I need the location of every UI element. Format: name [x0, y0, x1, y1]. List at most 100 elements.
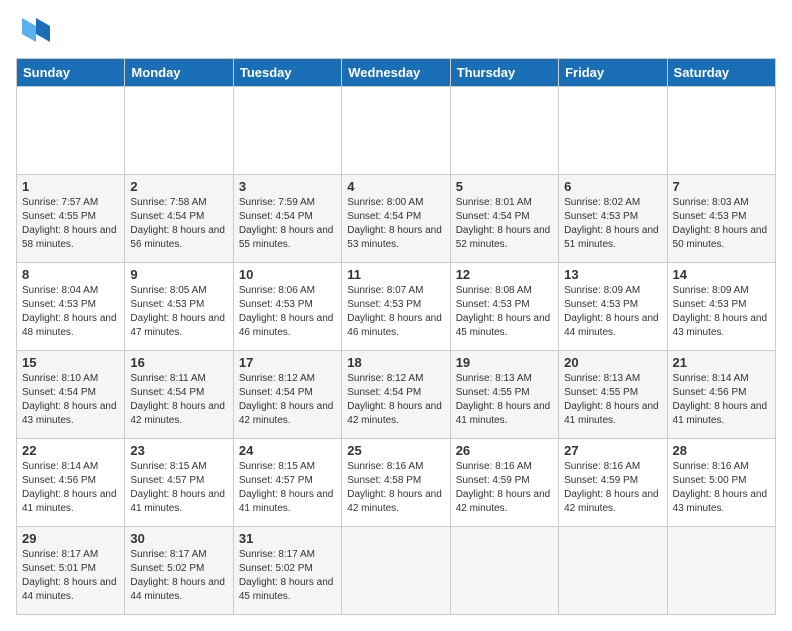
cell-details: Sunrise: 8:17 AM Sunset: 5:01 PM Dayligh… — [22, 548, 119, 604]
daylight-label: Daylight: 8 hours and 46 minutes. — [239, 313, 334, 338]
sunrise-label: Sunrise: 8:01 AM — [456, 197, 532, 208]
sunset-label: Sunset: 4:54 PM — [347, 211, 421, 222]
sunrise-label: Sunrise: 8:11 AM — [130, 373, 205, 384]
sunset-label: Sunset: 4:54 PM — [22, 387, 96, 398]
sunset-label: Sunset: 4:53 PM — [673, 299, 747, 310]
sunset-label: Sunset: 4:53 PM — [239, 299, 313, 310]
sunset-label: Sunset: 4:55 PM — [22, 211, 96, 222]
sunset-label: Sunset: 4:53 PM — [130, 299, 204, 310]
cell-details: Sunrise: 8:13 AM Sunset: 4:55 PM Dayligh… — [564, 372, 661, 428]
sunrise-label: Sunrise: 7:59 AM — [239, 197, 315, 208]
day-number: 30 — [130, 531, 227, 546]
sunrise-label: Sunrise: 8:00 AM — [347, 197, 423, 208]
calendar-header-row: SundayMondayTuesdayWednesdayThursdayFrid… — [17, 59, 776, 87]
sunset-label: Sunset: 4:55 PM — [564, 387, 638, 398]
calendar-week-row: 8 Sunrise: 8:04 AM Sunset: 4:53 PM Dayli… — [17, 263, 776, 351]
calendar-cell — [17, 87, 125, 175]
daylight-label: Daylight: 8 hours and 58 minutes. — [22, 225, 117, 250]
sunset-label: Sunset: 4:53 PM — [564, 299, 638, 310]
sunset-label: Sunset: 4:54 PM — [130, 387, 204, 398]
day-number: 4 — [347, 179, 444, 194]
calendar-cell: 28 Sunrise: 8:16 AM Sunset: 5:00 PM Dayl… — [667, 439, 775, 527]
calendar-cell: 15 Sunrise: 8:10 AM Sunset: 4:54 PM Dayl… — [17, 351, 125, 439]
daylight-label: Daylight: 8 hours and 45 minutes. — [239, 577, 334, 602]
calendar-week-row: 22 Sunrise: 8:14 AM Sunset: 4:56 PM Dayl… — [17, 439, 776, 527]
daylight-label: Daylight: 8 hours and 41 minutes. — [673, 401, 768, 426]
cell-details: Sunrise: 8:15 AM Sunset: 4:57 PM Dayligh… — [239, 460, 336, 516]
calendar-cell: 14 Sunrise: 8:09 AM Sunset: 4:53 PM Dayl… — [667, 263, 775, 351]
calendar-cell: 20 Sunrise: 8:13 AM Sunset: 4:55 PM Dayl… — [559, 351, 667, 439]
sunset-label: Sunset: 4:54 PM — [239, 387, 313, 398]
sunrise-label: Sunrise: 8:15 AM — [239, 461, 315, 472]
cell-details: Sunrise: 8:16 AM Sunset: 4:58 PM Dayligh… — [347, 460, 444, 516]
calendar-cell: 5 Sunrise: 8:01 AM Sunset: 4:54 PM Dayli… — [450, 175, 558, 263]
day-number: 31 — [239, 531, 336, 546]
sunrise-label: Sunrise: 8:12 AM — [239, 373, 315, 384]
sunset-label: Sunset: 4:53 PM — [22, 299, 96, 310]
sunrise-label: Sunrise: 8:04 AM — [22, 285, 98, 296]
calendar-cell: 16 Sunrise: 8:11 AM Sunset: 4:54 PM Dayl… — [125, 351, 233, 439]
cell-details: Sunrise: 7:59 AM Sunset: 4:54 PM Dayligh… — [239, 196, 336, 252]
logo — [16, 16, 52, 48]
cell-details: Sunrise: 8:10 AM Sunset: 4:54 PM Dayligh… — [22, 372, 119, 428]
calendar-cell: 3 Sunrise: 7:59 AM Sunset: 4:54 PM Dayli… — [233, 175, 341, 263]
cell-details: Sunrise: 7:57 AM Sunset: 4:55 PM Dayligh… — [22, 196, 119, 252]
sunrise-label: Sunrise: 8:03 AM — [673, 197, 749, 208]
cell-details: Sunrise: 8:16 AM Sunset: 5:00 PM Dayligh… — [673, 460, 770, 516]
sunrise-label: Sunrise: 8:12 AM — [347, 373, 423, 384]
sunset-label: Sunset: 4:56 PM — [673, 387, 747, 398]
day-number: 14 — [673, 267, 770, 282]
sunset-label: Sunset: 4:53 PM — [564, 211, 638, 222]
calendar-cell: 19 Sunrise: 8:13 AM Sunset: 4:55 PM Dayl… — [450, 351, 558, 439]
cell-details: Sunrise: 8:04 AM Sunset: 4:53 PM Dayligh… — [22, 284, 119, 340]
daylight-label: Daylight: 8 hours and 44 minutes. — [22, 577, 117, 602]
sunset-label: Sunset: 5:02 PM — [130, 563, 204, 574]
sunrise-label: Sunrise: 8:06 AM — [239, 285, 315, 296]
daylight-label: Daylight: 8 hours and 42 minutes. — [239, 401, 334, 426]
cell-details: Sunrise: 8:15 AM Sunset: 4:57 PM Dayligh… — [130, 460, 227, 516]
calendar-cell: 26 Sunrise: 8:16 AM Sunset: 4:59 PM Dayl… — [450, 439, 558, 527]
calendar-cell — [667, 527, 775, 615]
daylight-label: Daylight: 8 hours and 56 minutes. — [130, 225, 225, 250]
calendar-cell: 31 Sunrise: 8:17 AM Sunset: 5:02 PM Dayl… — [233, 527, 341, 615]
sunset-label: Sunset: 4:54 PM — [130, 211, 204, 222]
cell-details: Sunrise: 8:11 AM Sunset: 4:54 PM Dayligh… — [130, 372, 227, 428]
daylight-label: Daylight: 8 hours and 52 minutes. — [456, 225, 551, 250]
cell-details: Sunrise: 8:12 AM Sunset: 4:54 PM Dayligh… — [239, 372, 336, 428]
daylight-label: Daylight: 8 hours and 42 minutes. — [347, 401, 442, 426]
calendar-cell: 12 Sunrise: 8:08 AM Sunset: 4:53 PM Dayl… — [450, 263, 558, 351]
logo-flag-icon — [20, 16, 52, 48]
cell-details: Sunrise: 8:03 AM Sunset: 4:53 PM Dayligh… — [673, 196, 770, 252]
sunrise-label: Sunrise: 8:17 AM — [22, 549, 98, 560]
calendar-cell: 4 Sunrise: 8:00 AM Sunset: 4:54 PM Dayli… — [342, 175, 450, 263]
daylight-label: Daylight: 8 hours and 44 minutes. — [130, 577, 225, 602]
daylight-label: Daylight: 8 hours and 43 minutes. — [22, 401, 117, 426]
sunrise-label: Sunrise: 7:58 AM — [130, 197, 206, 208]
day-number: 10 — [239, 267, 336, 282]
day-number: 15 — [22, 355, 119, 370]
calendar-cell: 10 Sunrise: 8:06 AM Sunset: 4:53 PM Dayl… — [233, 263, 341, 351]
calendar-cell: 22 Sunrise: 8:14 AM Sunset: 4:56 PM Dayl… — [17, 439, 125, 527]
sunrise-label: Sunrise: 8:16 AM — [456, 461, 532, 472]
calendar-cell: 17 Sunrise: 8:12 AM Sunset: 4:54 PM Dayl… — [233, 351, 341, 439]
calendar-cell — [559, 87, 667, 175]
daylight-label: Daylight: 8 hours and 42 minutes. — [347, 489, 442, 514]
sunrise-label: Sunrise: 8:07 AM — [347, 285, 423, 296]
calendar-cell — [125, 87, 233, 175]
calendar-cell: 25 Sunrise: 8:16 AM Sunset: 4:58 PM Dayl… — [342, 439, 450, 527]
sunset-label: Sunset: 4:56 PM — [22, 475, 96, 486]
daylight-label: Daylight: 8 hours and 47 minutes. — [130, 313, 225, 338]
day-number: 8 — [22, 267, 119, 282]
col-header-wednesday: Wednesday — [342, 59, 450, 87]
sunrise-label: Sunrise: 7:57 AM — [22, 197, 98, 208]
sunrise-label: Sunrise: 8:17 AM — [130, 549, 206, 560]
calendar-cell — [342, 87, 450, 175]
cell-details: Sunrise: 7:58 AM Sunset: 4:54 PM Dayligh… — [130, 196, 227, 252]
sunset-label: Sunset: 4:57 PM — [130, 475, 204, 486]
sunset-label: Sunset: 4:53 PM — [347, 299, 421, 310]
calendar-cell — [342, 527, 450, 615]
cell-details: Sunrise: 8:09 AM Sunset: 4:53 PM Dayligh… — [673, 284, 770, 340]
sunset-label: Sunset: 4:58 PM — [347, 475, 421, 486]
day-number: 20 — [564, 355, 661, 370]
col-header-thursday: Thursday — [450, 59, 558, 87]
